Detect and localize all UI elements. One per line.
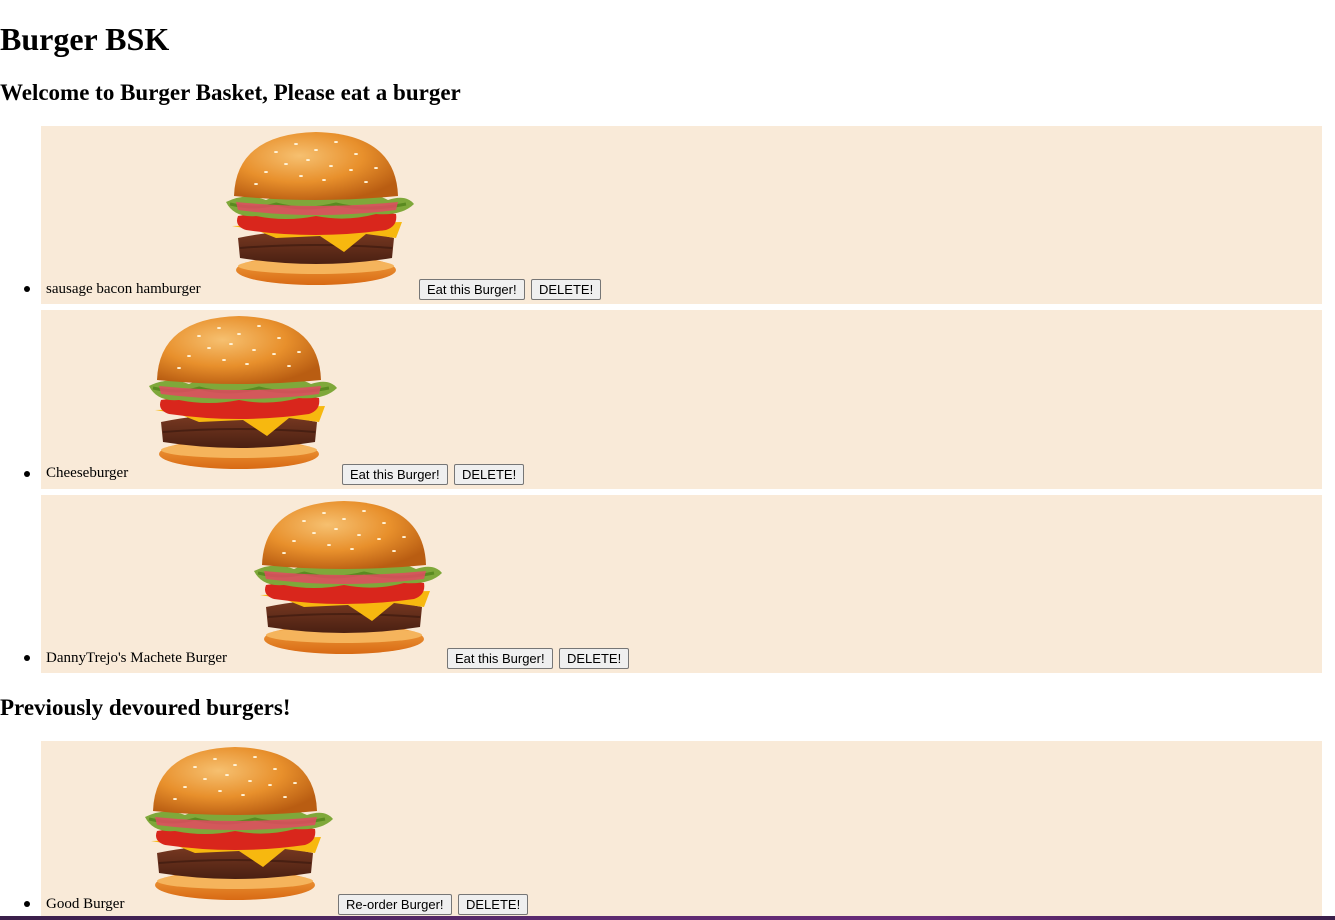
delete-button[interactable]: DELETE! xyxy=(458,894,529,915)
eat-burger-button[interactable]: Eat this Burger! xyxy=(419,279,525,300)
burger-icon xyxy=(139,314,339,472)
eat-burger-button[interactable]: Eat this Burger! xyxy=(447,648,553,669)
devoured-heading: Previously devoured burgers! xyxy=(0,695,291,720)
delete-button[interactable]: DELETE! xyxy=(531,279,602,300)
eat-burger-button[interactable]: Eat this Burger! xyxy=(342,464,448,485)
bottom-bar xyxy=(0,916,1335,920)
burger-name: DannyTrejo's Machete Burger xyxy=(46,650,228,666)
delete-button[interactable]: DELETE! xyxy=(559,648,630,669)
burger-name: sausage bacon hamburger xyxy=(46,281,201,297)
burger-name: Cheeseburger xyxy=(46,465,129,481)
page-title: Burger BSK xyxy=(0,21,170,57)
list-item: DannyTrejo's Machete Burger Eat this Bur… xyxy=(24,495,1322,673)
bullet xyxy=(24,286,30,292)
devoured-list: Good Burger Re-order Burger! DELETE! xyxy=(0,741,1335,916)
delete-button[interactable]: DELETE! xyxy=(454,464,525,485)
burger-icon xyxy=(244,499,444,657)
bullet xyxy=(24,655,30,661)
list-item: Good Burger Re-order Burger! DELETE! xyxy=(24,741,1322,916)
welcome-heading: Welcome to Burger Basket, Please eat a b… xyxy=(0,80,461,105)
bullet xyxy=(24,471,30,477)
list-item: sausage bacon hamburger Eat this Burger!… xyxy=(24,126,1322,304)
list-item: Cheeseburger Eat this Burger! DELETE! xyxy=(24,310,1322,489)
reorder-burger-button[interactable]: Re-order Burger! xyxy=(338,894,452,915)
burger-name: Good Burger xyxy=(46,896,125,912)
burger-icon xyxy=(216,130,416,288)
bullet xyxy=(24,901,30,907)
burger-icon xyxy=(135,745,335,903)
burger-list: sausage bacon hamburger Eat this Burger!… xyxy=(0,126,1335,673)
